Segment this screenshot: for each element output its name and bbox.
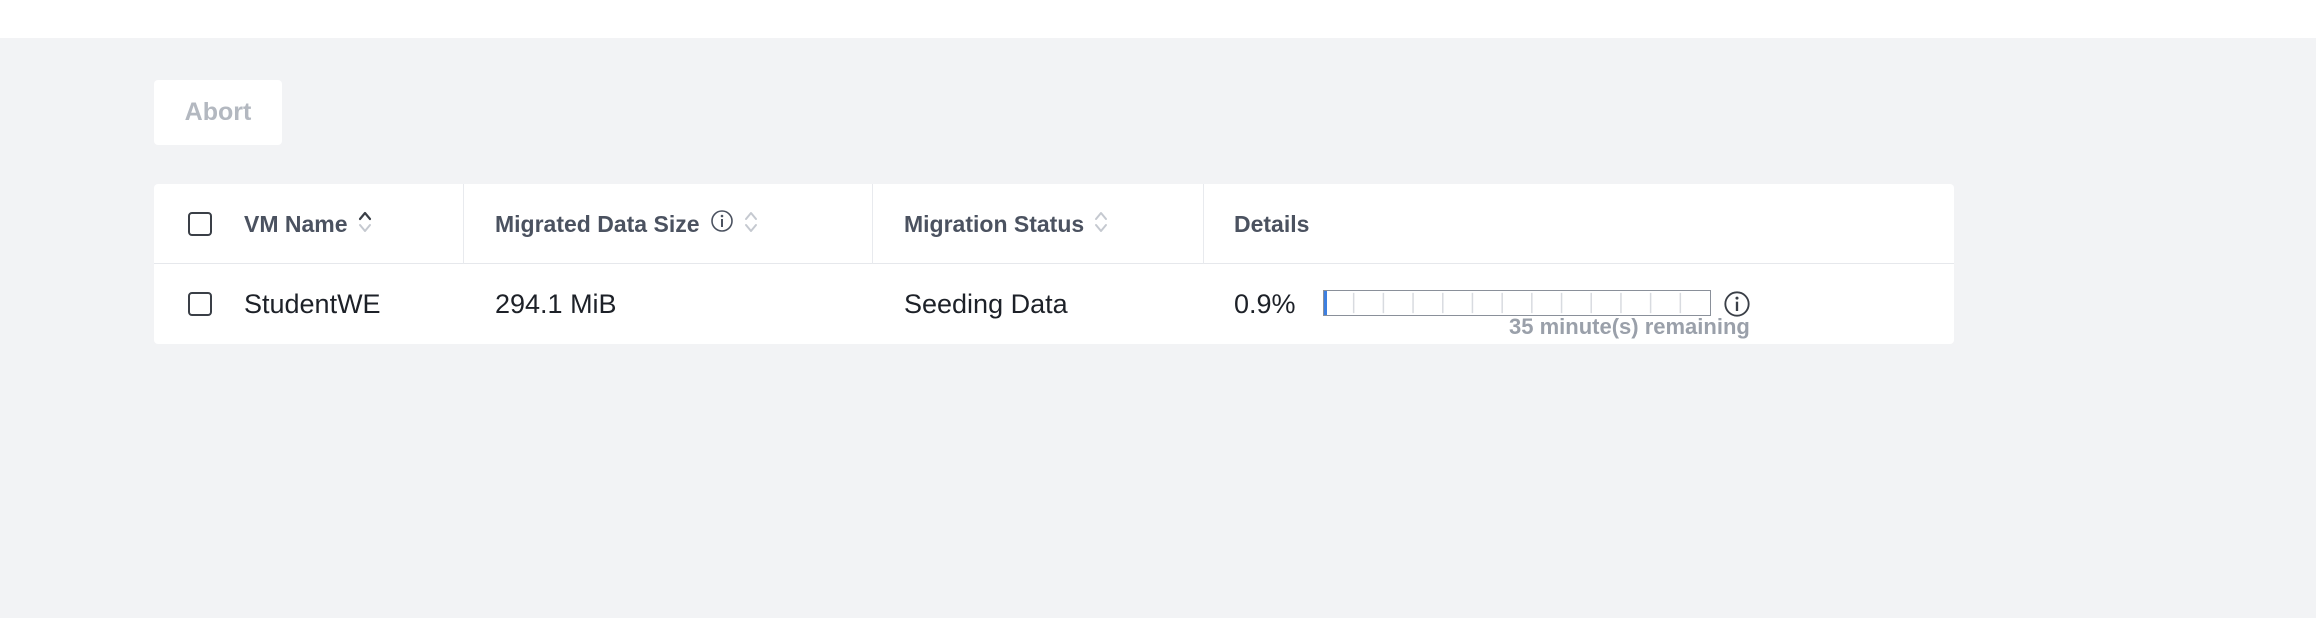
progress-bar-segments — [1352, 292, 1682, 314]
column-label: VM Name — [244, 210, 348, 237]
column-header-migration-status[interactable]: Migration Status — [904, 184, 1108, 264]
time-remaining: 35 minute(s) remaining — [1509, 314, 1750, 339]
info-icon[interactable] — [710, 209, 734, 239]
progress-percent: 0.9% — [1234, 288, 1296, 319]
sort-ascending-icon[interactable] — [358, 209, 372, 239]
select-all-checkbox[interactable] — [188, 212, 212, 236]
column-label: Migration Status — [904, 210, 1085, 237]
column-divider — [1203, 184, 1204, 264]
vm-name-cell: StudentWE — [244, 288, 381, 319]
column-header-details: Details — [1234, 184, 1309, 264]
row-checkbox[interactable] — [188, 292, 212, 316]
column-divider — [463, 184, 464, 264]
sort-icon[interactable] — [744, 208, 758, 240]
column-label: Migrated Data Size — [495, 210, 700, 237]
progress-bar — [1323, 290, 1711, 316]
abort-button[interactable]: Abort — [154, 80, 282, 145]
migrated-data-size-cell: 294.1 MiB — [495, 288, 617, 319]
top-bar — [0, 0, 2316, 38]
sort-icon[interactable] — [1094, 208, 1108, 240]
migration-status-cell: Seeding Data — [904, 288, 1068, 319]
column-label: Details — [1234, 210, 1310, 237]
table-header: VM Name Migrated Data Size Migration Sta… — [154, 184, 1954, 264]
column-divider — [872, 184, 873, 264]
column-header-migrated-data-size[interactable]: Migrated Data Size — [495, 184, 758, 264]
migration-table: VM Name Migrated Data Size Migration Sta… — [154, 184, 1954, 344]
column-header-vm-name[interactable]: VM Name — [244, 184, 372, 264]
